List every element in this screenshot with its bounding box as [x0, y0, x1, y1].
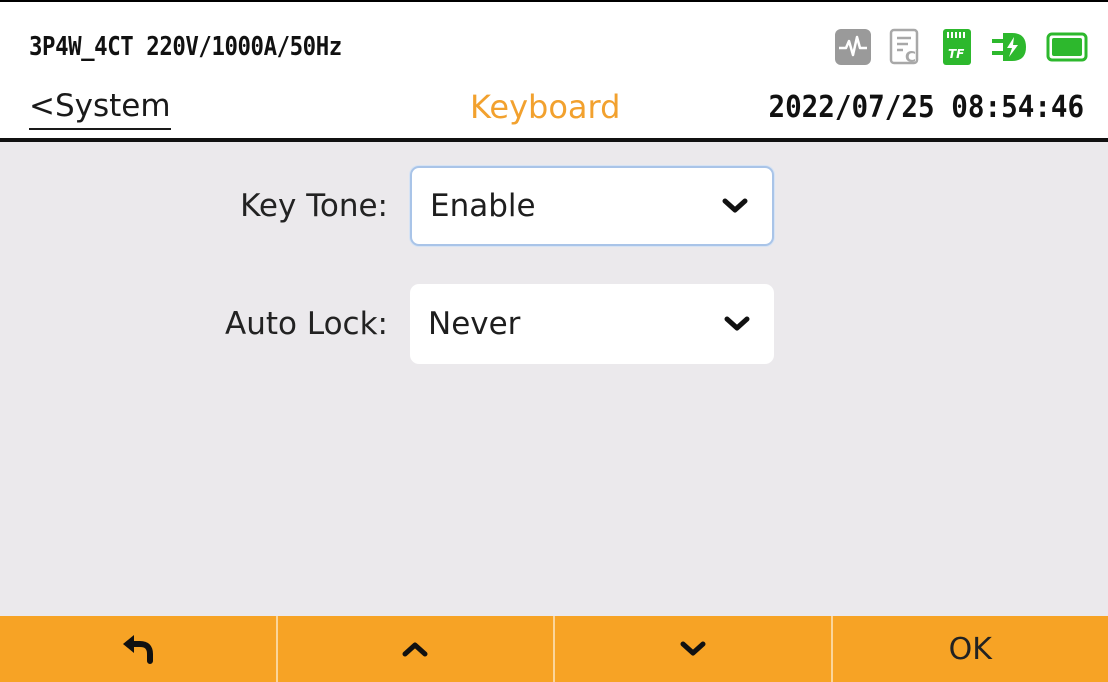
chevron-down-icon [724, 316, 750, 331]
chevron-up-icon [402, 642, 428, 657]
waveform-icon [835, 29, 871, 65]
svg-text:C: C [905, 48, 916, 66]
chevron-down-icon [680, 641, 706, 656]
report-icon: C [889, 28, 919, 66]
back-button[interactable] [0, 616, 276, 682]
wiring-config: 3P4W_4CT 220V/1000A/50Hz [29, 32, 342, 62]
tf-card-icon: TF [943, 29, 971, 65]
chevron-down-icon [722, 198, 748, 213]
page-title: Keyboard [470, 88, 621, 126]
back-to-system-link[interactable]: <System [29, 88, 171, 130]
key-tone-select[interactable]: Enable [410, 166, 774, 246]
key-tone-value: Enable [430, 188, 536, 224]
datetime: 2022/07/25 08:54:46 [768, 90, 1084, 125]
power-plug-icon [992, 33, 1026, 61]
down-button[interactable] [553, 616, 831, 682]
ok-button[interactable]: OK [830, 616, 1108, 682]
header: 3P4W_4CT 220V/1000A/50Hz C TF <System Ke… [0, 2, 1108, 138]
auto-lock-label: Auto Lock: [225, 306, 388, 342]
auto-lock-value: Never [428, 306, 521, 342]
function-key-bar: OK [0, 616, 1108, 682]
svg-text:TF: TF [948, 47, 965, 61]
status-icons: C TF [834, 27, 1090, 67]
up-button[interactable] [275, 616, 553, 682]
return-arrow-icon [122, 635, 153, 664]
settings-panel: Key Tone: Enable Auto Lock: Never [0, 142, 1108, 616]
ok-label: OK [948, 631, 992, 667]
auto-lock-select[interactable]: Never [410, 284, 774, 364]
key-tone-label: Key Tone: [240, 188, 388, 224]
battery-icon [1046, 32, 1088, 62]
